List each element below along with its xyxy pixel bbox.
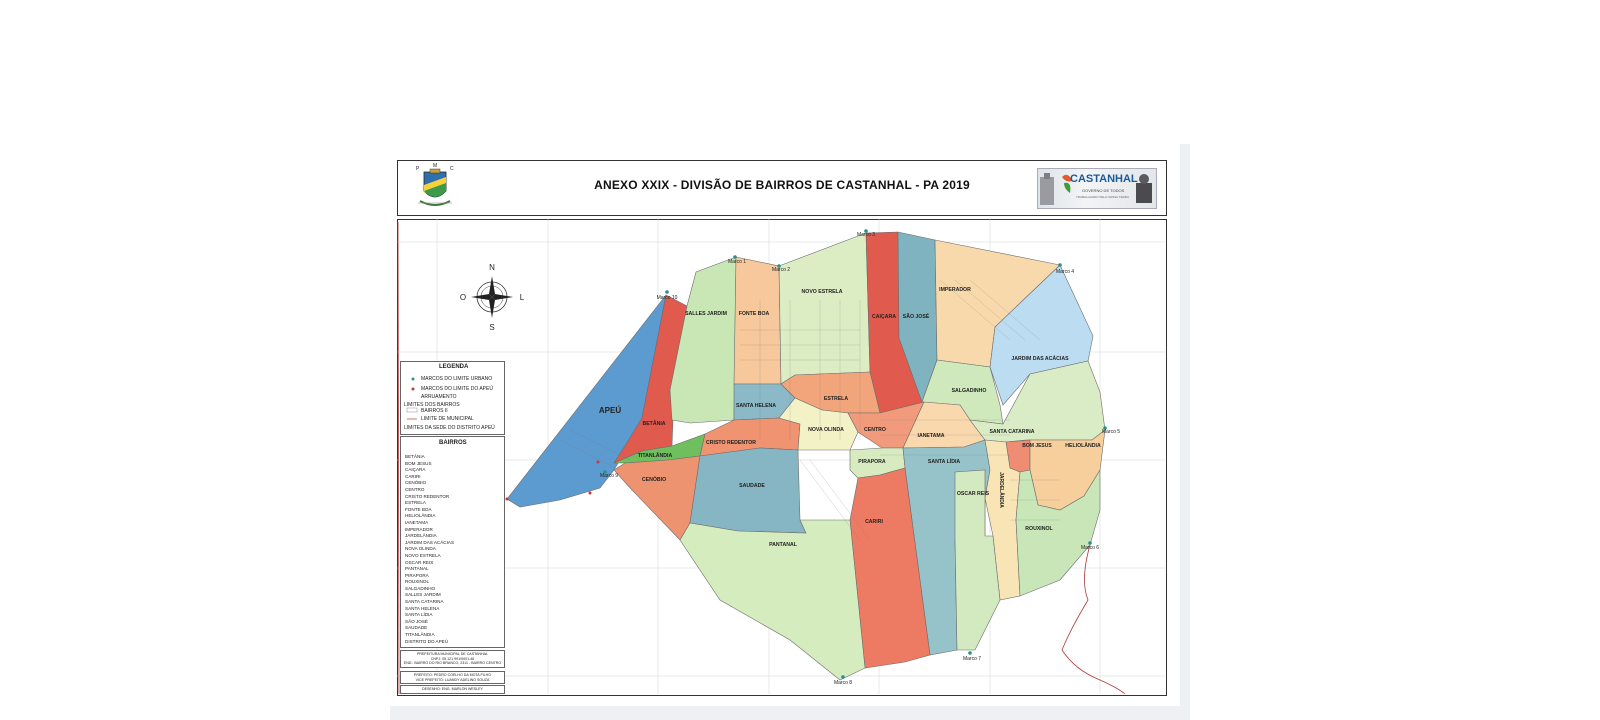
compass-west: O [460,293,466,302]
area-fonte-boa [733,256,782,385]
footer-desenho-line: DESENHO: ENG. MARLON WESLEY [422,687,483,691]
label-imperador: IMPERADOR [939,287,971,293]
bairro-item: TITANLÂNDIA [405,632,435,638]
bairro-item: CAIÇARA [405,467,426,473]
marco-10-label: Marco 10 [657,295,678,301]
bairro-item: ESTRELA [405,500,426,506]
bairro-item: BOM JESUS [405,460,432,466]
bairro-item: JARDELÂNDIA [405,533,437,539]
label-estrela: ESTRELA [824,396,848,402]
municipal-boundary-west [397,221,400,695]
marco-8-label: Marco 8 [834,680,852,686]
marco-2-label: Marco 2 [772,267,790,273]
label-novo-estrela: NOVO ESTRELA [802,289,843,295]
compass-east: L [520,293,525,302]
footer-desenho-box: DESENHO: ENG. MARLON WESLEY [400,685,505,694]
label-pirapora: PIRAPORA [858,459,886,465]
marco-5-label: Marco 5 [1102,429,1120,435]
legend-item-limites-apeu: LIMITES DA SEDE DO DISTRITO APEÚ [404,425,495,431]
footer-prefeito-box: PREFEITO: PEDRO COELHO DA MOTA FILHO VIC… [400,671,505,684]
label-caicara: CAIÇARA [872,314,896,320]
area-salles-jardim [669,256,737,424]
neighborhood-polygons [506,231,1106,681]
legend-item-arruamento: ARRUAMENTO [421,394,457,400]
label-titanlandia: TITANLÂNDIA [638,452,673,459]
footer-prefeito-line-1: PREFEITO: PEDRO COELHO DA MOTA FILHO [413,673,492,677]
legend-item-marcos-urbano: MARCOS DO LIMITE URBANO [421,376,493,382]
marco-7-label: Marco 7 [963,656,981,662]
bairros-legend-box: BAIRROS BETÂNIA BOM JESUS CAIÇARA CARIRI… [400,436,505,648]
neighborhood-map: APEÚ BETÂNIA SALLES JARDIM FONTE BOA NOV… [397,219,1165,695]
bairro-item: SALGADINHO [405,585,436,591]
marco-4-label: Marco 4 [1056,269,1074,275]
legend-item-marcos-apeu: MARCOS DO LIMITE DO APEÚ [421,386,493,392]
marco-1-label: Marco 1 [728,259,746,265]
label-sao-jose: SÃO JOSÉ [903,312,930,320]
label-pantanal: PANTANAL [769,542,798,548]
compass-rose-icon [471,276,513,318]
bairro-item: OSCAR REIS [405,559,434,565]
bairro-item: CENTRO [405,486,425,492]
compass-south: S [489,323,494,332]
bairro-item: NOVO ESTRELA [405,552,441,558]
marco-3-label: Marco 3 [857,232,875,238]
label-bom-jesus: BOM JESUS [1022,443,1052,449]
legend-item-limite-municipal: LIMITE DE MUNICIPAL [421,416,474,422]
label-cristo-redentor: CRISTO REDENTOR [706,440,756,446]
marco-6-label: Marco 6 [1081,545,1099,551]
label-salgadinho: SALGADINHO [952,388,987,394]
label-centro: CENTRO [864,427,886,433]
bairro-item: ROUXINOL [405,579,429,585]
bairros-legend-title: BAIRROS [439,440,467,446]
label-betania: BETÂNIA [642,420,665,427]
footer-prefeitura-line-3: END.: BAIRRO DO RIO BRANCO, 2311 - BAIRR… [403,661,502,666]
label-fonte-boa: FONTE BOA [739,311,770,317]
label-santa-helena: SANTA HELENA [736,403,776,409]
bairro-item: SALLES JARDIM [405,592,441,598]
footer-prefeito-line-2: VICE PREFEITO: LUANDY ADELINO SOUZA [415,677,490,682]
label-salles-jardim: SALLES JARDIM [685,311,727,317]
bairro-item: SÃO JOSÉ [405,618,428,624]
label-nova-olinda: NOVA OLINDA [808,427,844,433]
bairro-item: SANTA CATARINA [405,599,444,605]
bairro-item: HELIOLÂNDIA [405,513,436,519]
label-ianetama: IANETAMA [918,433,945,439]
label-jardelandia: JARDELÂNDIA [998,472,1005,508]
bairro-item: DISTRITO DO APEÚ [405,638,449,644]
bairro-item: SANTA LÍDIA [405,612,433,618]
municipal-boundary-east [1061,544,1126,695]
label-oscar-reis: OSCAR REIS [957,491,990,497]
label-santa-lidia: SANTA LÍDIA [928,457,961,465]
footer-prefeitura-box: PREFEITURA MUNICIPAL DE CASTANHAL CNPJ: … [400,650,505,668]
label-santa-catarina: SANTA CATARINA [989,429,1034,435]
label-jardim-acacias: JARDIM DAS ACÁCIAS [1011,355,1069,362]
bairros-legend-list: BETÂNIA BOM JESUS CAIÇARA CARIRI CENÓBIO… [405,454,454,645]
area-saudade [689,447,807,534]
bairro-item: BETÂNIA [405,454,425,459]
label-cenobio: CENÓBIO [642,475,666,483]
bairro-item: PIRAPORA [405,572,429,578]
legend-box: LEGENDA MARCOS DO LIMITE URBANO MARCOS D… [400,361,505,435]
bairro-item: CENÓBIO [405,480,427,486]
compass-north: N [489,263,495,272]
bairro-item: NOVA OLINDA [405,546,436,552]
label-apeu: APEÚ [599,406,621,415]
area-novo-estrela [778,232,871,385]
label-cariri: CARIRI [865,519,883,525]
bairro-item: CRISTO REDENTOR [405,493,450,499]
marco-9-label: Marco 9 [600,473,618,479]
label-rouxinol: ROUXINOL [1025,526,1053,532]
bairro-item: IANETAMA [405,519,429,525]
label-heliolandia: HELIOLÂNDIA [1065,442,1101,449]
bairro-item: JARDIM DAS ACÁCIAS [405,539,455,545]
label-saudade: SAUDADE [739,483,765,489]
bairro-item: PANTANAL [405,566,429,572]
legend-item-bairros-ii: BAIRROS II [421,408,448,414]
